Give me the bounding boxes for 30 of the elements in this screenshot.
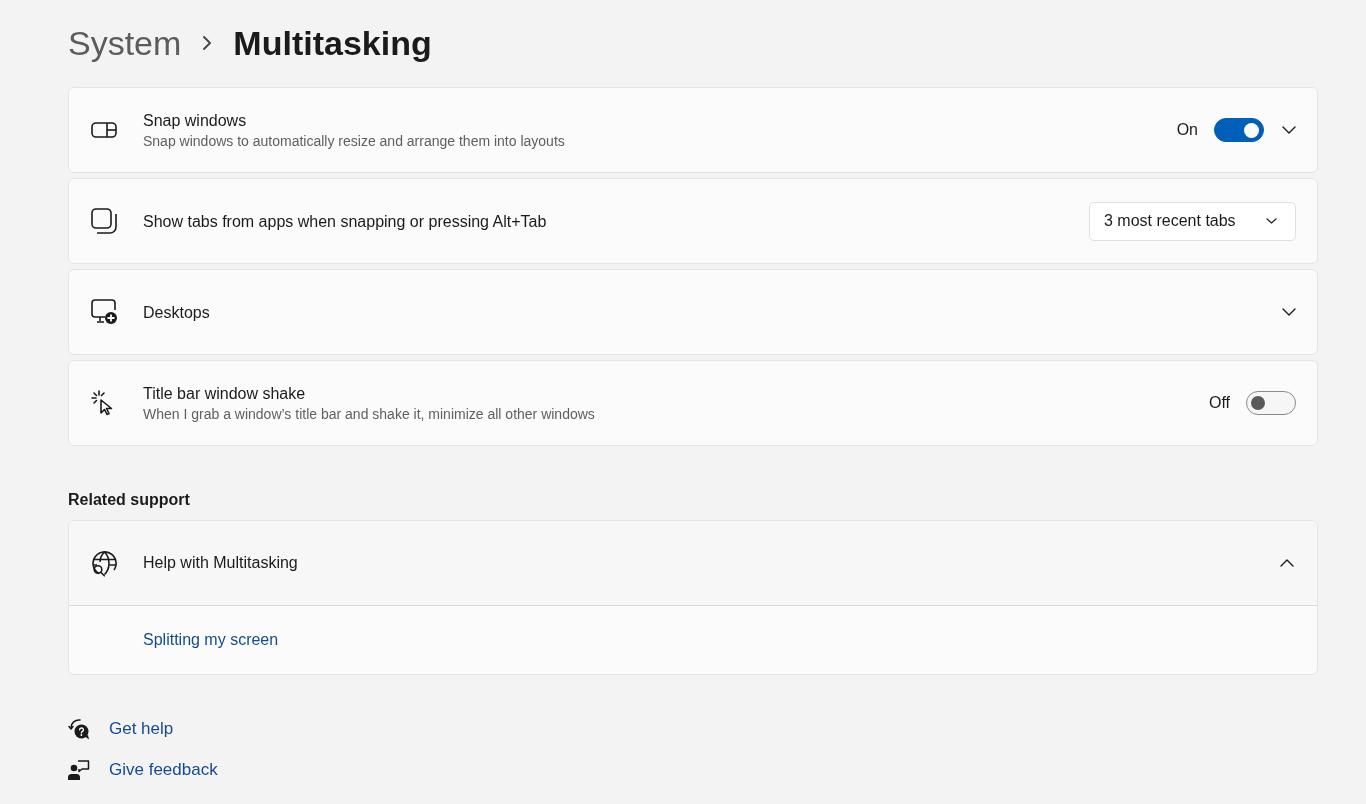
setting-title: Title bar window shake (143, 383, 306, 404)
page-title: Multitasking (233, 22, 432, 64)
help-expander-header[interactable]: Help with Multitasking (69, 521, 1317, 605)
help-section-title: Help with Multitasking (143, 553, 298, 573)
cursor-sparkle-icon (91, 390, 115, 416)
toggle-switch[interactable] (1214, 118, 1264, 142)
settings-card[interactable]: Desktops (68, 269, 1318, 355)
toggle-switch[interactable] (1246, 391, 1296, 415)
split-window-icon (91, 122, 117, 138)
breadcrumb-parent[interactable]: System (68, 17, 182, 69)
person-speech-icon (68, 760, 90, 780)
tabs-dropdown[interactable]: 3 most recent tabs (1089, 201, 1296, 241)
setting-title: Snap windows (143, 110, 247, 131)
help-link[interactable]: Splitting my screen (143, 628, 279, 652)
section-heading: Related support (68, 490, 190, 510)
setting-title: Desktops (143, 302, 210, 323)
setting-title: Show tabs from apps when snapping or pressing Alt+Tab (143, 211, 547, 232)
stacked-windows-icon (91, 208, 117, 234)
footer-link[interactable]: Give feedback (109, 757, 218, 783)
settings-card[interactable]: Snap windows Snap windows to automatically resize and arrange them into layouts On (68, 87, 1318, 173)
setting-description: When I grab a window’s title bar and shake it, minimize all other windows (143, 404, 595, 424)
toggle-state-label: On (1176, 120, 1198, 140)
chevron-right-icon (203, 36, 212, 50)
setting-description: Snap windows to automatically resize and arrange them into layouts (143, 131, 565, 151)
caret-icon (1266, 218, 1277, 224)
toggle-state-label: Off (1208, 393, 1230, 413)
footer-link[interactable]: Get help (109, 716, 174, 742)
question-bubble-icon (68, 718, 90, 740)
globe-search-icon (91, 549, 118, 577)
monitor-plus-icon (91, 299, 118, 325)
